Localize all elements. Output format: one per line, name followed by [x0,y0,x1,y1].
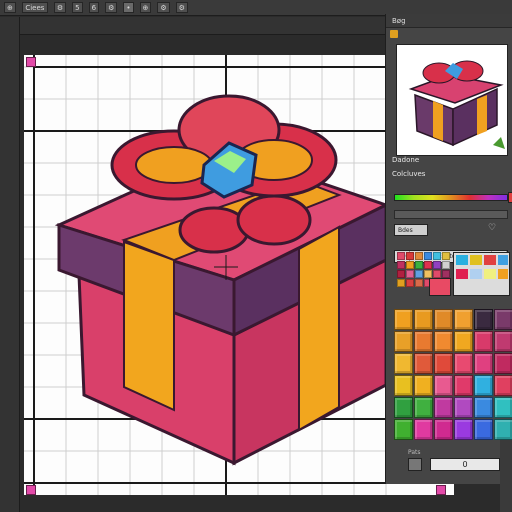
swatch[interactable] [494,331,512,352]
hue-slider-knob[interactable] [508,192,512,203]
corner-handle-bottom-right[interactable] [436,485,446,495]
swatch[interactable] [474,397,493,418]
panel-title: Bøg [386,14,512,28]
swatch[interactable] [454,309,473,330]
palette-chip-area [453,252,510,296]
swatch[interactable] [454,419,473,440]
swatch[interactable] [434,419,453,440]
swatch[interactable] [414,309,433,330]
current-color-swatch[interactable] [429,278,451,296]
swatch[interactable] [474,375,493,396]
toolbar-button-4[interactable]: 5 [72,2,83,13]
bottom-label: Pats [408,449,421,456]
heart-icon[interactable]: ♡ [488,223,496,233]
bottom-swatch[interactable] [408,458,422,471]
swatch[interactable] [394,397,413,418]
swatch[interactable] [434,397,453,418]
swatch[interactable] [394,375,413,396]
swatch[interactable] [434,375,453,396]
swatch[interactable] [414,331,433,352]
scrollbar-corner[interactable] [500,440,512,512]
swatch[interactable] [474,419,493,440]
preview-thumbnail [396,44,508,156]
toolbar-button-3[interactable]: ⚙ [53,2,67,13]
toolbar-button-2[interactable]: Ciees [21,2,48,13]
swatch[interactable] [414,375,433,396]
toolbar-button-6[interactable]: ⚙ [105,2,118,13]
swatch[interactable] [394,309,413,330]
swatch[interactable] [454,331,473,352]
swatch[interactable] [414,419,433,440]
swatch[interactable] [434,309,453,330]
swatch[interactable] [394,331,413,352]
swatch[interactable] [494,353,512,374]
hue-slider[interactable] [394,194,508,201]
toolbar-button-5[interactable]: 6 [88,2,100,13]
swatch[interactable] [394,419,413,440]
editor-window: ⊕ Ciees ⚙ 5 6 ⚙ • ⊕ ⚙ ⚙ Bøg Dadone Colcl… [0,0,512,512]
corner-handle-top-left[interactable] [26,57,36,67]
panel-sub-label: Colcluves [392,170,426,178]
brush-field[interactable]: Bdes [394,224,428,236]
corner-handle-bottom-left[interactable] [26,485,36,495]
swatch[interactable] [414,353,433,374]
swatch[interactable] [494,375,512,396]
swatch[interactable] [434,331,453,352]
ruler-left [0,17,20,512]
ruler-top [20,17,386,35]
swatch[interactable] [454,353,473,374]
swatch[interactable] [474,309,493,330]
swatch[interactable] [474,331,493,352]
toolbar-button-8[interactable]: ⊕ [139,2,152,13]
swatch[interactable] [394,353,413,374]
panel-section-label: Dadone [392,156,420,164]
panel-pin-icon[interactable] [390,30,398,38]
swatch[interactable] [414,397,433,418]
value-field[interactable]: 0 [430,458,500,471]
toolbar-button-1[interactable]: ⊕ [4,2,16,13]
toolbar-button-10[interactable]: ⚙ [175,2,188,13]
swatch[interactable] [454,375,473,396]
swatch[interactable] [494,309,512,330]
toolbar-button-7[interactable]: • [123,2,134,13]
swatch[interactable] [494,419,512,440]
preview-gift [408,60,505,149]
swatch[interactable] [434,353,453,374]
swatch[interactable] [494,397,512,418]
opacity-slider[interactable] [394,210,508,219]
toolbar-button-9[interactable]: ⚙ [157,2,170,13]
swatch[interactable] [474,353,493,374]
swatch[interactable] [454,397,473,418]
